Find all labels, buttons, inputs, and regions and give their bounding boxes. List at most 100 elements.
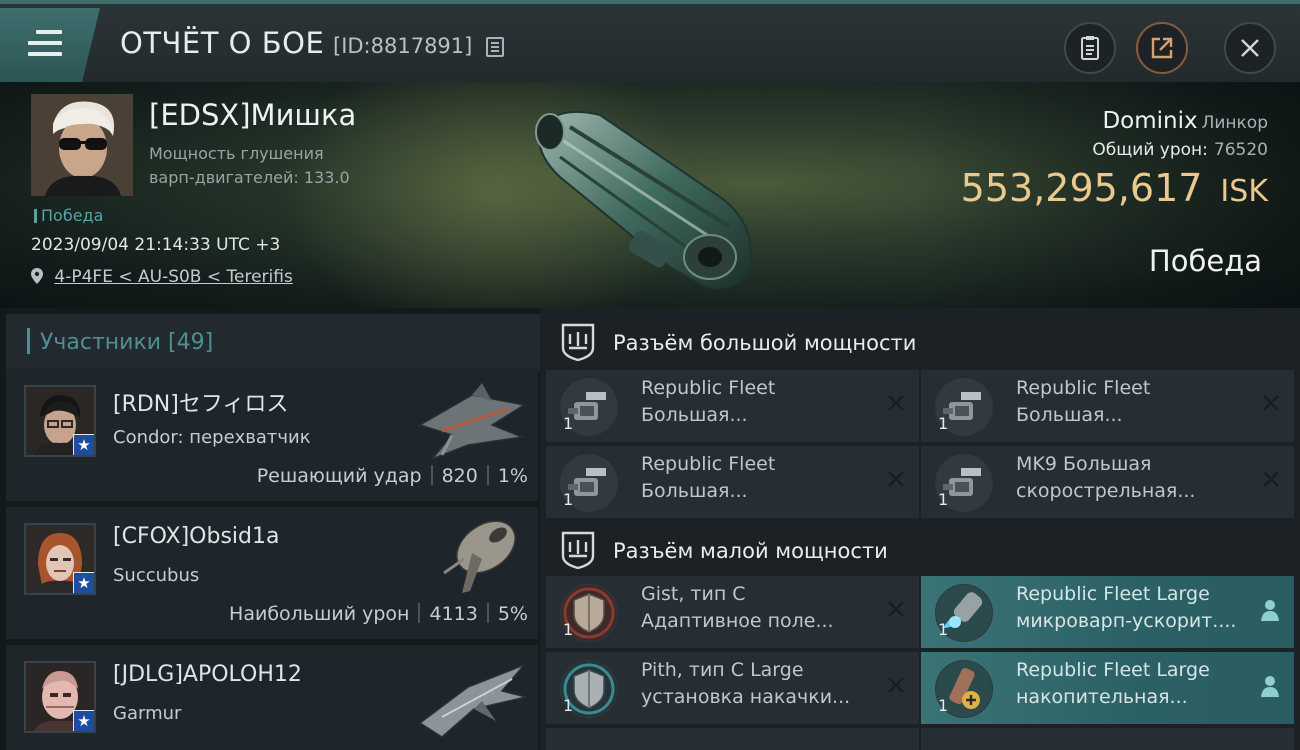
participants-title: Участники [49] xyxy=(40,330,214,355)
participant-row[interactable]: ★ [CFOX]Obsid1a Succubus Наибольший урон… xyxy=(6,507,538,639)
module-name: Gist, тип C Адаптивное поле... xyxy=(641,581,834,635)
star-icon: ★ xyxy=(73,572,94,593)
module-name-line2: установка накачки... xyxy=(641,686,851,708)
module-slot[interactable]: 1 Republic Fleet Большая... xyxy=(546,370,919,442)
module-name-line1: Republic Fleet xyxy=(641,453,776,475)
participant-row[interactable]: ★ [JDLG]APOLOH12 Garmur xyxy=(6,645,538,750)
jam-strength-label: Мощность глушения xyxy=(149,144,324,163)
module-quantity: 1 xyxy=(938,620,949,639)
jam-strength-value: варп-двигателей: 133.0 xyxy=(149,168,350,187)
module-quantity: 1 xyxy=(563,620,574,639)
location-pin-icon xyxy=(31,268,43,284)
ship-info: Dominix Линкор Общий урон: 76520 553,295,6… xyxy=(961,108,1268,210)
participants-panel: Участники [49] ★ [RDN]セフィロス Condor: пере… xyxy=(0,308,540,750)
participant-damage: 4113 xyxy=(429,603,478,625)
high-slot-icon xyxy=(561,323,595,362)
close-button[interactable] xyxy=(1224,22,1276,74)
succubus-ship-image xyxy=(443,520,516,593)
report-button[interactable] xyxy=(1064,22,1116,74)
destroyed-icon xyxy=(888,395,904,411)
page-title: ОТЧЁТ О БОЕ xyxy=(120,26,325,60)
module-name-line1: Republic Fleet xyxy=(1016,377,1151,399)
destroyed-icon xyxy=(888,601,904,617)
location-link[interactable]: 4-P4FE < AU-S0B < Tererifis xyxy=(54,267,292,287)
module-name-line1: Republic Fleet xyxy=(641,377,776,399)
share-button[interactable] xyxy=(1136,22,1188,74)
condor-ship-image xyxy=(418,383,527,460)
result-tag: Победа xyxy=(34,206,103,225)
module-name-line1: Pith, тип C Large xyxy=(641,659,804,681)
module-name-line2: накопительная... xyxy=(1016,686,1188,708)
module-name: Pith, тип C Large установка накачки... xyxy=(641,657,850,711)
participant-ship: Succubus xyxy=(113,565,200,586)
isk-value: 553,295,617 xyxy=(960,166,1203,210)
module-quantity: 1 xyxy=(938,414,949,433)
module-name: Republic Fleet Большая... xyxy=(641,451,775,505)
garmur-ship-image xyxy=(418,664,527,738)
participant-stats: Решающий удар 820 1% xyxy=(257,465,528,487)
participants-header[interactable]: Участники [49] xyxy=(6,314,540,372)
module-name: Republic Fleet Large накопительная... xyxy=(1016,657,1210,711)
close-icon xyxy=(1241,39,1259,57)
module-name-line2: Большая... xyxy=(641,480,748,502)
module-name-line2: микроварп-ускорит.... xyxy=(1016,610,1237,632)
module-name: MK9 Большая скорострельная... xyxy=(1016,451,1195,505)
isk-unit: ISK xyxy=(1220,174,1268,209)
fitting-panel: Разъём большой мощности 1 Republic Fleet… xyxy=(540,308,1300,750)
module-slot[interactable]: 1 Gist, тип C Адаптивное поле... xyxy=(546,576,919,648)
module-name: Republic Fleet Большая... xyxy=(641,375,775,429)
module-name-line2: Большая... xyxy=(1016,404,1123,426)
module-name-line1: Republic Fleet Large xyxy=(1016,659,1210,681)
module-slot-partial[interactable] xyxy=(921,728,1294,750)
module-quantity: 1 xyxy=(563,414,574,433)
module-slot-partial[interactable] xyxy=(546,728,919,750)
module-name-line2: скорострельная... xyxy=(1016,480,1196,502)
low-slot-title: Разъём малой мощности xyxy=(613,539,888,563)
module-slot[interactable]: 1 Republic Fleet Большая... xyxy=(921,370,1294,442)
low-slot-header: Разъём малой мощности xyxy=(540,520,1300,578)
share-icon xyxy=(1151,37,1173,59)
result-label: Победа xyxy=(1148,244,1262,278)
pilot-portrait[interactable] xyxy=(31,94,133,196)
damage-value: 76520 xyxy=(1213,140,1268,160)
participant-ship: Garmur xyxy=(113,703,182,724)
module-name-line2: Адаптивное поле... xyxy=(641,610,834,632)
menu-button[interactable] xyxy=(0,8,100,82)
ship-name[interactable]: Dominix xyxy=(1102,108,1197,134)
module-name-line1: MK9 Большая xyxy=(1016,453,1152,475)
participant-name: [JDLG]APOLOH12 xyxy=(113,662,302,687)
module-name-line2: Большая... xyxy=(641,404,748,426)
participant-damage: 820 xyxy=(441,465,478,487)
participant-name: [CFOX]Obsid1a xyxy=(113,524,280,549)
destroyed-icon xyxy=(888,471,904,487)
battle-id: [ID:8817891] xyxy=(333,34,473,58)
copy-icon[interactable] xyxy=(486,37,504,57)
star-icon: ★ xyxy=(73,434,94,455)
participant-ship: Condor: перехватчик xyxy=(113,427,311,448)
module-slot[interactable]: 1 Pith, тип C Large установка накачки... xyxy=(546,652,919,724)
location[interactable]: 4-P4FE < AU-S0B < Tererifis xyxy=(31,267,293,287)
module-slot[interactable]: 1 Republic Fleet Large микроварп-ускорит.… xyxy=(921,576,1294,648)
clipboard-icon xyxy=(1081,36,1099,60)
avatar[interactable]: ★ xyxy=(24,523,96,595)
participant-name: [RDN]セフィロス xyxy=(113,392,289,417)
pilot-name[interactable]: [EDSX]Мишка xyxy=(149,98,356,132)
participant-row[interactable]: ★ [RDN]セフィロス Condor: перехватчик Решающи… xyxy=(6,369,538,501)
person-icon xyxy=(1261,600,1279,621)
module-slot[interactable]: 1 Republic Fleet Large накопительная... xyxy=(921,652,1294,724)
hamburger-icon xyxy=(28,30,62,63)
high-slot-title: Разъём большой мощности xyxy=(613,331,917,355)
avatar[interactable]: ★ xyxy=(24,385,96,457)
avatar[interactable]: ★ xyxy=(24,661,96,733)
victim-summary: [EDSX]Мишка Мощность глушения варп-двига… xyxy=(0,82,1300,308)
destroyed-icon xyxy=(1263,471,1279,487)
dominix-ship-image[interactable] xyxy=(520,87,780,302)
battle-datetime: 2023/09/04 21:14:33 UTC +3 xyxy=(31,235,281,255)
participant-percent: 1% xyxy=(497,465,528,487)
pilot-portrait-image xyxy=(31,94,133,196)
module-name: Republic Fleet Large микроварп-ускорит...… xyxy=(1016,581,1236,635)
module-slot[interactable]: 1 Republic Fleet Большая... xyxy=(546,446,919,518)
module-quantity: 1 xyxy=(938,696,949,715)
module-quantity: 1 xyxy=(563,490,574,509)
module-slot[interactable]: 1 MK9 Большая скорострельная... xyxy=(921,446,1294,518)
